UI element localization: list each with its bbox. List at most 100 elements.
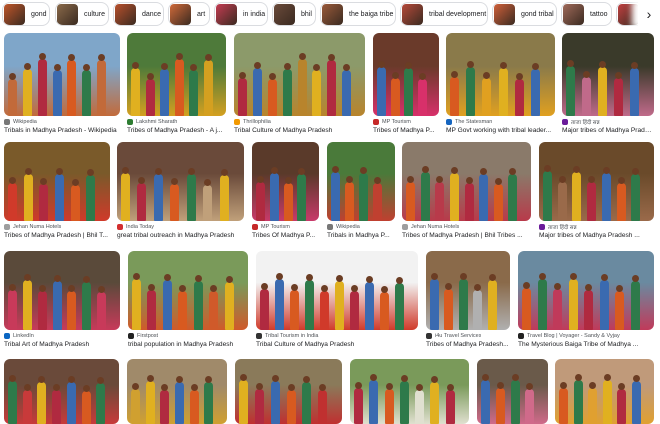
result-title[interactable]: Tribes of Madhya Pradesh | Bhil Tribes .…: [402, 231, 531, 240]
result-title[interactable]: Tribes Of Madhya P...: [252, 231, 319, 240]
result-thumbnail[interactable]: [4, 33, 120, 116]
result-thumbnail[interactable]: [4, 142, 110, 221]
result-thumbnail[interactable]: [127, 359, 227, 424]
result-source[interactable]: Jehan Numa Hotels: [402, 223, 531, 231]
result-thumbnail[interactable]: [117, 142, 244, 221]
image-result-card[interactable]: [4, 359, 119, 424]
result-source[interactable]: Wikipedia: [327, 223, 395, 231]
chip-dance[interactable]: dance: [113, 2, 164, 26]
image-result-card[interactable]: Thrillophilia Tribal Culture of Madhya Pr…: [234, 33, 365, 135]
result-thumbnail[interactable]: [234, 33, 365, 116]
image-result-card[interactable]: [555, 359, 654, 424]
result-source[interactable]: MP Tourism: [252, 223, 319, 231]
figure-shape: [270, 375, 280, 424]
image-result-card[interactable]: Wikipedia Tribals in Madhya P...: [327, 142, 395, 240]
result-title[interactable]: Tribes of Madhya Pradesh - A j...: [127, 126, 226, 135]
chip-gond[interactable]: gond: [2, 2, 50, 26]
result-thumbnail[interactable]: [373, 33, 439, 116]
figure-shape: [373, 177, 382, 221]
source-name: India Today: [126, 224, 155, 230]
chip-culture[interactable]: culture: [55, 2, 109, 26]
image-result-card[interactable]: [477, 359, 548, 424]
image-result-card[interactable]: ताजा हिंदी सन्न Major tribes of Madhya Pr…: [539, 142, 654, 240]
image-result-card[interactable]: The Statesman MP Govt working with tribal…: [446, 33, 555, 135]
result-title[interactable]: Tribals in Madhya P...: [327, 231, 395, 240]
result-source[interactable]: Thrillophilia: [234, 118, 365, 126]
result-thumbnail[interactable]: [4, 251, 120, 330]
result-title[interactable]: great tribal outreach in Madhya Pradesh: [117, 231, 244, 240]
result-thumbnail[interactable]: [350, 359, 469, 424]
result-source[interactable]: Jehan Numa Hotels: [4, 223, 110, 231]
chip-art[interactable]: art: [168, 2, 210, 26]
figure-shape: [203, 53, 213, 116]
result-source[interactable]: MP Tourism: [373, 118, 439, 126]
result-title[interactable]: Major tribes of Madhya Pradesh: [562, 126, 654, 135]
result-thumbnail[interactable]: [562, 33, 654, 116]
result-title[interactable]: Tribals in Madhya Pradesh - Wikipedia: [4, 126, 120, 135]
result-source[interactable]: Lakshmi Sharath: [127, 118, 226, 126]
image-result-card[interactable]: Wikipedia Tribals in Madhya Pradesh - Wik…: [4, 33, 120, 135]
image-result-card[interactable]: [350, 359, 469, 424]
result-thumbnail[interactable]: [327, 142, 395, 221]
chevron-right-icon[interactable]: ›: [638, 0, 660, 28]
chip-tattoo[interactable]: tattoo: [561, 2, 612, 26]
result-source[interactable]: Wikipedia: [4, 118, 120, 126]
result-source[interactable]: India Today: [117, 223, 244, 231]
image-result-card[interactable]: LinkedIn Tribal Art of Madhya Pradesh: [4, 251, 120, 349]
image-result-card[interactable]: Lakshmi Sharath Tribes of Madhya Pradesh …: [127, 33, 226, 135]
image-result-card[interactable]: India Today great tribal outreach in Madh…: [117, 142, 244, 240]
image-result-card[interactable]: Tribal Tourism in India Tribal Culture of…: [256, 251, 418, 349]
result-source[interactable]: Travel Blog | Voyager - Sandy & Vyjay: [518, 332, 654, 340]
result-title[interactable]: The Mysterious Baiga Tribe of Madhya ...: [518, 340, 654, 349]
result-source[interactable]: Tribal Tourism in India: [256, 332, 418, 340]
chip-the-baiga-tribe[interactable]: the baiga tribe: [320, 2, 396, 26]
image-result-card[interactable]: Jehan Numa Hotels Tribes of Madhya Prades…: [402, 142, 531, 240]
image-result-card[interactable]: MP Tourism Tribes Of Madhya P...: [252, 142, 319, 240]
result-title[interactable]: Tribes of Madhya P...: [373, 126, 439, 135]
result-thumbnail[interactable]: [446, 33, 555, 116]
image-result-card[interactable]: Firstpost tribal population in Madhya Pra…: [128, 251, 248, 349]
image-result-card[interactable]: Jehan Numa Hotels Tribes of Madhya Prades…: [4, 142, 110, 240]
result-source[interactable]: i4u Travel Services: [426, 332, 510, 340]
result-thumbnail[interactable]: [402, 142, 531, 221]
result-source[interactable]: The Statesman: [446, 118, 555, 126]
result-title[interactable]: Major tribes of Madhya Pradesh ...: [539, 231, 654, 240]
result-thumbnail[interactable]: [426, 251, 510, 330]
result-title[interactable]: MP Govt working with tribal leader...: [446, 126, 555, 135]
result-source[interactable]: ताजा हिंदी सन्न: [562, 118, 654, 126]
result-thumbnail[interactable]: [128, 251, 248, 330]
image-result-card[interactable]: ताजा हिंदी सन्न Major tribes of Madhya Pr…: [562, 33, 654, 135]
figure-shape: [160, 383, 170, 424]
result-thumbnail[interactable]: [256, 251, 418, 330]
result-title[interactable]: Tribal Art of Madhya Pradesh: [4, 340, 120, 349]
image-result-card[interactable]: i4u Travel Services Tribes of Madhya Prad…: [426, 251, 510, 349]
result-title[interactable]: Tribes of Madhya Pradesh | Bhil T...: [4, 231, 110, 240]
result-thumbnail[interactable]: [127, 33, 226, 116]
result-thumbnail[interactable]: [518, 251, 654, 330]
result-thumbnail[interactable]: [4, 359, 119, 424]
figure-shape: [8, 283, 17, 330]
result-title[interactable]: Tribes of Madhya Pradesh...: [426, 340, 510, 349]
result-source[interactable]: ताजा हिंदी सन्न: [539, 223, 654, 231]
result-thumbnail[interactable]: [477, 359, 548, 424]
figure-shape: [86, 169, 96, 221]
result-source[interactable]: Firstpost: [128, 332, 248, 340]
result-title[interactable]: tribal population in Madhya Pradesh: [128, 340, 248, 349]
result-thumbnail[interactable]: [235, 359, 342, 424]
result-thumbnail[interactable]: [555, 359, 654, 424]
image-result-card[interactable]: [127, 359, 227, 424]
image-result-card[interactable]: [235, 359, 342, 424]
result-title[interactable]: Tribal Culture of Madhya Pradesh: [256, 340, 418, 349]
result-thumbnail[interactable]: [252, 142, 319, 221]
chip-bhil[interactable]: bhil: [272, 2, 316, 26]
result-title[interactable]: Tribal Culture of Madhya Pradesh: [234, 126, 365, 135]
image-result-card[interactable]: Travel Blog | Voyager - Sandy & Vyjay The…: [518, 251, 654, 349]
chip-gond-tribal[interactable]: gond tribal: [492, 2, 557, 26]
chip-in-india[interactable]: in india: [214, 2, 268, 26]
result-thumbnail[interactable]: [539, 142, 654, 221]
result-source[interactable]: LinkedIn: [4, 332, 120, 340]
chip-tribal-development[interactable]: tribal development: [400, 2, 488, 26]
figure-shape: [479, 167, 489, 221]
image-result-card[interactable]: MP Tourism Tribes of Madhya P...: [373, 33, 439, 135]
figure-shape: [359, 166, 368, 221]
